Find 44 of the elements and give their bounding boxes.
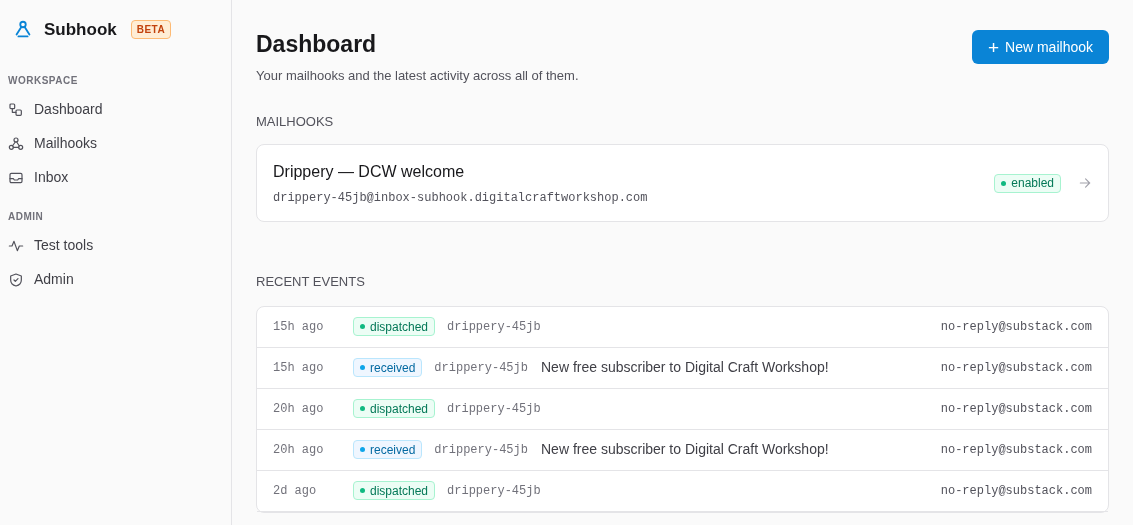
beta-badge: BETA	[130, 20, 172, 40]
section-heading: RECENT EVENTS	[256, 273, 366, 291]
event-subject: New free subscriber to Digital Craft Workshop!	[541, 358, 829, 377]
status-badge: dispatched	[353, 481, 436, 500]
event-mailhook: drippery-45jb	[434, 441, 528, 459]
sidebar-item[interactable]: Admin	[8, 262, 223, 297]
page-subtitle: Your mailhooks and the latest activity across all of them.	[256, 67, 579, 85]
section-heading: WORKSPACE	[8, 73, 79, 88]
event-time: 20h ago	[273, 400, 325, 418]
event-mailhook: drippery-45jb	[447, 482, 541, 500]
squares-icon	[8, 101, 24, 118]
event-mailhook: drippery-45jb	[447, 318, 541, 336]
status-badge: dispatched	[353, 399, 436, 418]
sidebar-item[interactable]: Mailhooks	[8, 126, 223, 161]
event-mailhook: drippery-45jb	[447, 400, 541, 418]
new-mailhook-button[interactable]: + New mailhook	[971, 30, 1109, 64]
sidebar-item[interactable]: Test tools	[8, 228, 223, 263]
arrow-right-icon	[1078, 176, 1092, 190]
status-badge: enabled	[994, 173, 1061, 193]
mailhook-address: drippery-45jb@inbox-subhook.digitalcraftworkshop.com	[273, 189, 649, 207]
brand-name: Subhook	[44, 19, 117, 41]
event-time: 15h ago	[273, 318, 325, 336]
event-sender: no-reply@substack.com	[940, 482, 1092, 500]
mailhook-card[interactable]: Drippery — DCW welcome drippery-45jb@inbox-subhook.digitalcraftworkshop.com enabled	[256, 144, 1109, 222]
sidebar-item[interactable]: Inbox	[8, 160, 223, 195]
event-time: 15h ago	[273, 359, 325, 377]
event-sender: no-reply@substack.com	[940, 400, 1092, 418]
event-time: 20h ago	[273, 441, 325, 459]
event-sender: no-reply@substack.com	[940, 359, 1092, 377]
status-badge: received	[353, 358, 423, 377]
section-heading: ADMIN	[8, 209, 45, 224]
webhook-icon	[8, 135, 24, 152]
status-badge: dispatched	[353, 317, 436, 336]
sidebar-item[interactable]: Dashboard	[8, 92, 223, 127]
event-sender: no-reply@substack.com	[940, 441, 1092, 459]
status-badge: received	[353, 440, 423, 459]
page-title: Dashboard	[256, 30, 378, 58]
event-subject: New free subscriber to Digital Craft Workshop!	[541, 440, 829, 459]
section-heading: MAILHOOKS	[256, 112, 335, 131]
event-mailhook: drippery-45jb	[434, 359, 528, 377]
event-sender: no-reply@substack.com	[940, 318, 1092, 336]
event-time: 2d ago	[273, 482, 318, 500]
shield-icon	[8, 271, 24, 288]
mailhook-name: Drippery — DCW welcome	[273, 161, 466, 182]
